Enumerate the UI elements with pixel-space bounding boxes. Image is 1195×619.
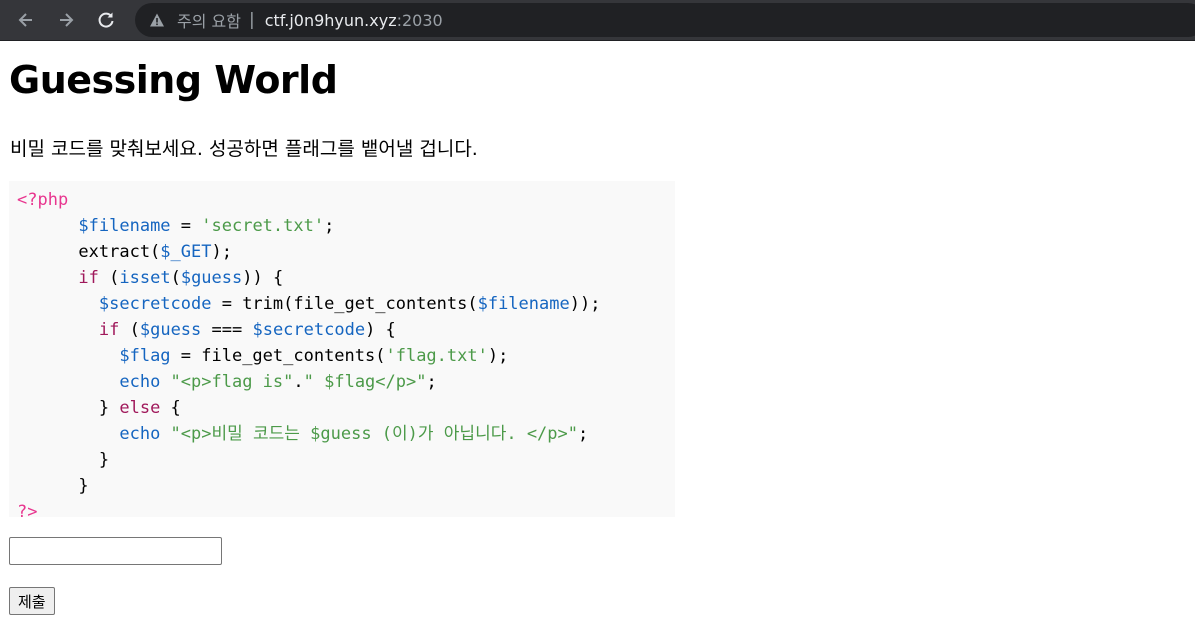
code-token: ; <box>578 424 589 444</box>
forward-arrow-icon <box>60 13 74 27</box>
url-port[interactable]: :2030 <box>397 11 443 30</box>
code-token: " $flag</p>" <box>303 372 427 392</box>
code-token: } <box>17 398 120 418</box>
code-token: 'secret.txt' <box>201 216 325 236</box>
code-line: } else { <box>17 395 675 421</box>
code-token: echo <box>119 424 161 444</box>
code-token: 'flag.txt' <box>385 346 488 366</box>
code-token: isset <box>119 268 171 288</box>
code-token: $filename <box>78 216 171 236</box>
intro-text: 비밀 코드를 맞춰보세요. 성공하면 플래그를 뱉어낼 겁니다. <box>10 138 478 160</box>
code-token: ); <box>487 346 509 366</box>
code-line: if ($guess === $secretcode) { <box>17 317 675 343</box>
code-token: . <box>293 372 304 392</box>
omnibox-separator: | <box>248 10 255 30</box>
code-token: if <box>98 320 120 340</box>
code-line: <?php <box>17 187 675 213</box>
code-token: "<p>비밀 코드는 $guess (이)가 아닙니다. </p>" <box>160 424 578 444</box>
code-token: ( <box>170 268 181 288</box>
code-token: ?> <box>17 502 38 517</box>
code-line: extract($_GET); <box>17 239 675 265</box>
page-title: Guessing World <box>9 58 338 102</box>
code-line: $secretcode = trim(file_get_contents($fi… <box>17 291 675 317</box>
code-token: <p>flag is" <box>180 372 294 392</box>
code-token: ( <box>119 320 140 340</box>
code-token: } <box>17 450 110 470</box>
submit-button[interactable]: 제출 <box>9 587 55 615</box>
guess-input[interactable] <box>9 537 222 565</box>
code-token: ( <box>98 268 120 288</box>
code-token: $guess <box>180 268 243 288</box>
code-token: ); <box>211 242 232 262</box>
php-source-code-block: <?php $filename = 'secret.txt'; extract(… <box>9 181 675 517</box>
code-token: $_GET <box>160 242 212 262</box>
code-token: <?php <box>17 190 69 210</box>
code-line: echo "<p>flag is"." $flag</p>"; <box>17 369 675 395</box>
code-token: $filename <box>477 294 570 314</box>
code-token: = <box>170 216 202 236</box>
code-line: } <box>17 447 675 473</box>
code-line: $filename = 'secret.txt'; <box>17 213 675 239</box>
code-token: === <box>201 320 253 340</box>
browser-toolbar: 주의 요함 | ctf.j0n9hyun.xyz:2030 <box>0 0 1195 41</box>
code-line: echo "<p>비밀 코드는 $guess (이)가 아닙니다. </p>"; <box>17 421 675 447</box>
code-token: = trim(file_get_contents( <box>211 294 478 314</box>
reload-icon <box>98 12 114 28</box>
code-token: $secretcode <box>98 294 212 314</box>
code-token: ; <box>426 372 437 392</box>
code-token: extract( <box>17 242 161 262</box>
code-token: if <box>78 268 99 288</box>
code-token: { <box>160 398 181 418</box>
code-line: if (isset($guess)) { <box>17 265 675 291</box>
address-bar[interactable]: 주의 요함 | ctf.j0n9hyun.xyz:2030 <box>135 3 1195 37</box>
warning-triangle-icon[interactable] <box>149 12 165 28</box>
code-token: = file_get_contents( <box>170 346 386 366</box>
code-token: $secretcode <box>252 320 366 340</box>
code-token: ) { <box>365 320 396 340</box>
code-token: echo <box>119 372 161 392</box>
code-token: )) { <box>242 268 284 288</box>
code-line: ?> <box>17 499 675 517</box>
reload-button[interactable] <box>92 6 120 34</box>
security-warning-label[interactable]: 주의 요함 <box>177 8 241 32</box>
code-token: else <box>119 398 161 418</box>
back-arrow-icon <box>18 13 32 27</box>
code-token: $guess <box>139 320 202 340</box>
code-token: )); <box>569 294 601 314</box>
forward-button[interactable] <box>52 6 80 34</box>
code-token: ; <box>324 216 335 236</box>
code-token: $flag <box>119 346 171 366</box>
url-host[interactable]: ctf.j0n9hyun.xyz <box>265 11 397 30</box>
code-token: } <box>17 476 89 496</box>
code-line: } <box>17 473 675 499</box>
code-token: " <box>160 372 181 392</box>
code-line: $flag = file_get_contents('flag.txt'); <box>17 343 675 369</box>
back-button[interactable] <box>12 6 40 34</box>
